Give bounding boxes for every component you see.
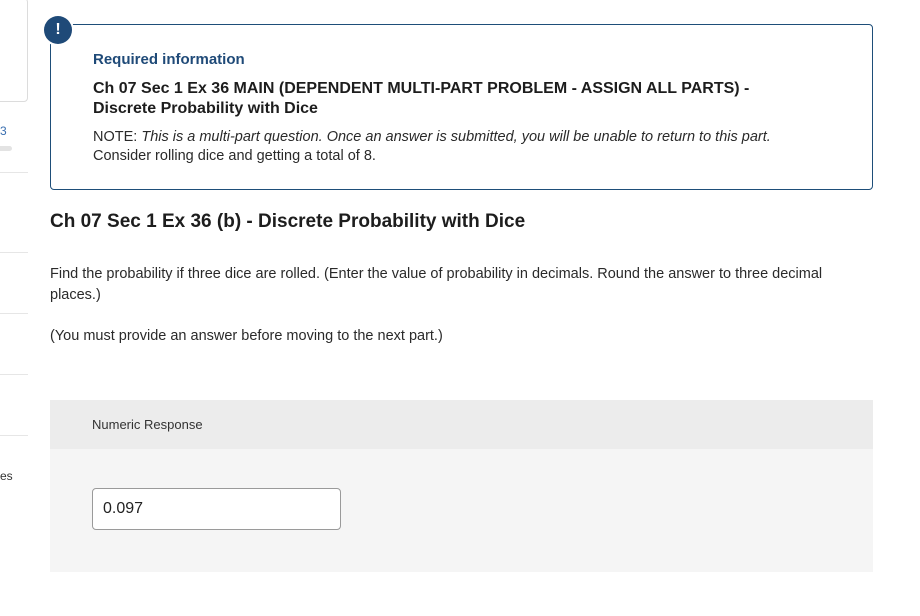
- sidebar-divider: [0, 172, 28, 173]
- numeric-response-panel: Numeric Response: [50, 400, 873, 572]
- note-text: NOTE: This is a multi-part question. Onc…: [93, 128, 853, 166]
- sidebar-progress-number: 3: [0, 124, 7, 138]
- part-title: Ch 07 Sec 1 Ex 36 (b) - Discrete Probabi…: [50, 211, 526, 232]
- sidebar-panel: [0, 0, 28, 102]
- required-information-box: Required information Ch 07 Sec 1 Ex 36 M…: [50, 24, 873, 190]
- required-information-title: Required information: [93, 51, 245, 68]
- problem-main-title: Ch 07 Sec 1 Ex 36 MAIN (DEPENDENT MULTI-…: [93, 80, 750, 117]
- question-prompt: Find the probability if three dice are r…: [50, 266, 823, 303]
- response-header-label: Numeric Response: [92, 417, 203, 432]
- sidebar-divider: [0, 313, 28, 314]
- sidebar-divider: [0, 252, 28, 253]
- sidebar-divider: [0, 374, 28, 375]
- numeric-answer-input[interactable]: [92, 488, 341, 530]
- sidebar-item-fragment[interactable]: es: [0, 469, 13, 483]
- problem-context: Consider rolling dice and getting a tota…: [93, 148, 376, 164]
- answer-instruction: (You must provide an answer before movin…: [50, 328, 443, 344]
- sidebar-progress-bar: [0, 146, 12, 151]
- note-body: This is a multi-part question. Once an a…: [141, 129, 771, 145]
- sidebar-divider: [0, 435, 28, 436]
- alert-icon: !: [44, 16, 72, 44]
- note-label: NOTE:: [93, 129, 138, 145]
- response-header: Numeric Response: [50, 400, 873, 449]
